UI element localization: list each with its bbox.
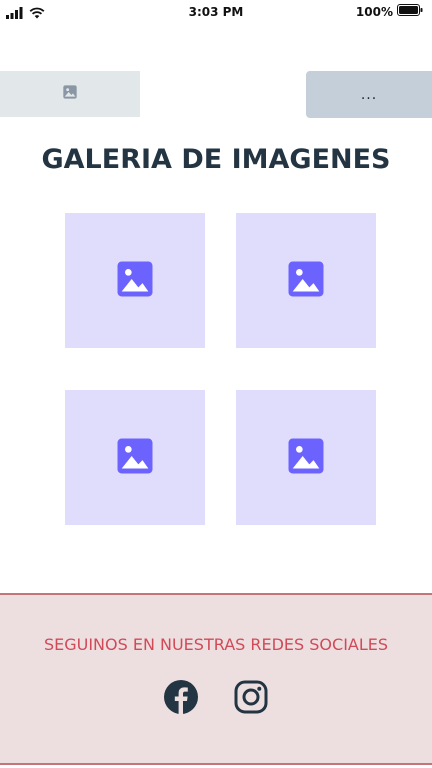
facebook-icon[interactable] — [163, 679, 199, 715]
battery-percent: 100% — [355, 4, 393, 19]
gallery-tile[interactable] — [236, 213, 376, 348]
battery-full-icon — [397, 4, 423, 19]
status-bar: 3:03 PM 100% — [0, 0, 432, 26]
logo-placeholder[interactable] — [0, 71, 140, 117]
page-title: GALERIA DE IMAGENES — [41, 144, 391, 175]
nav-bar: ... — [0, 71, 432, 118]
image-placeholder-icon — [286, 436, 326, 480]
gallery-tile[interactable] — [65, 390, 205, 525]
image-placeholder-icon — [115, 259, 155, 303]
footer-social-text: SEGUINOS EN NUESTRAS REDES SOCIALES — [43, 635, 389, 654]
image-placeholder-icon — [115, 436, 155, 480]
gallery-tile[interactable] — [236, 390, 376, 525]
gallery-tile[interactable] — [65, 213, 205, 348]
status-right: 100% — [356, 4, 423, 19]
image-placeholder-icon — [62, 84, 78, 104]
instagram-icon[interactable] — [233, 679, 269, 715]
menu-button[interactable]: ... — [306, 71, 432, 118]
social-links — [0, 679, 432, 715]
footer: SEGUINOS EN NUESTRAS REDES SOCIALES — [0, 593, 432, 765]
image-placeholder-icon — [286, 259, 326, 303]
